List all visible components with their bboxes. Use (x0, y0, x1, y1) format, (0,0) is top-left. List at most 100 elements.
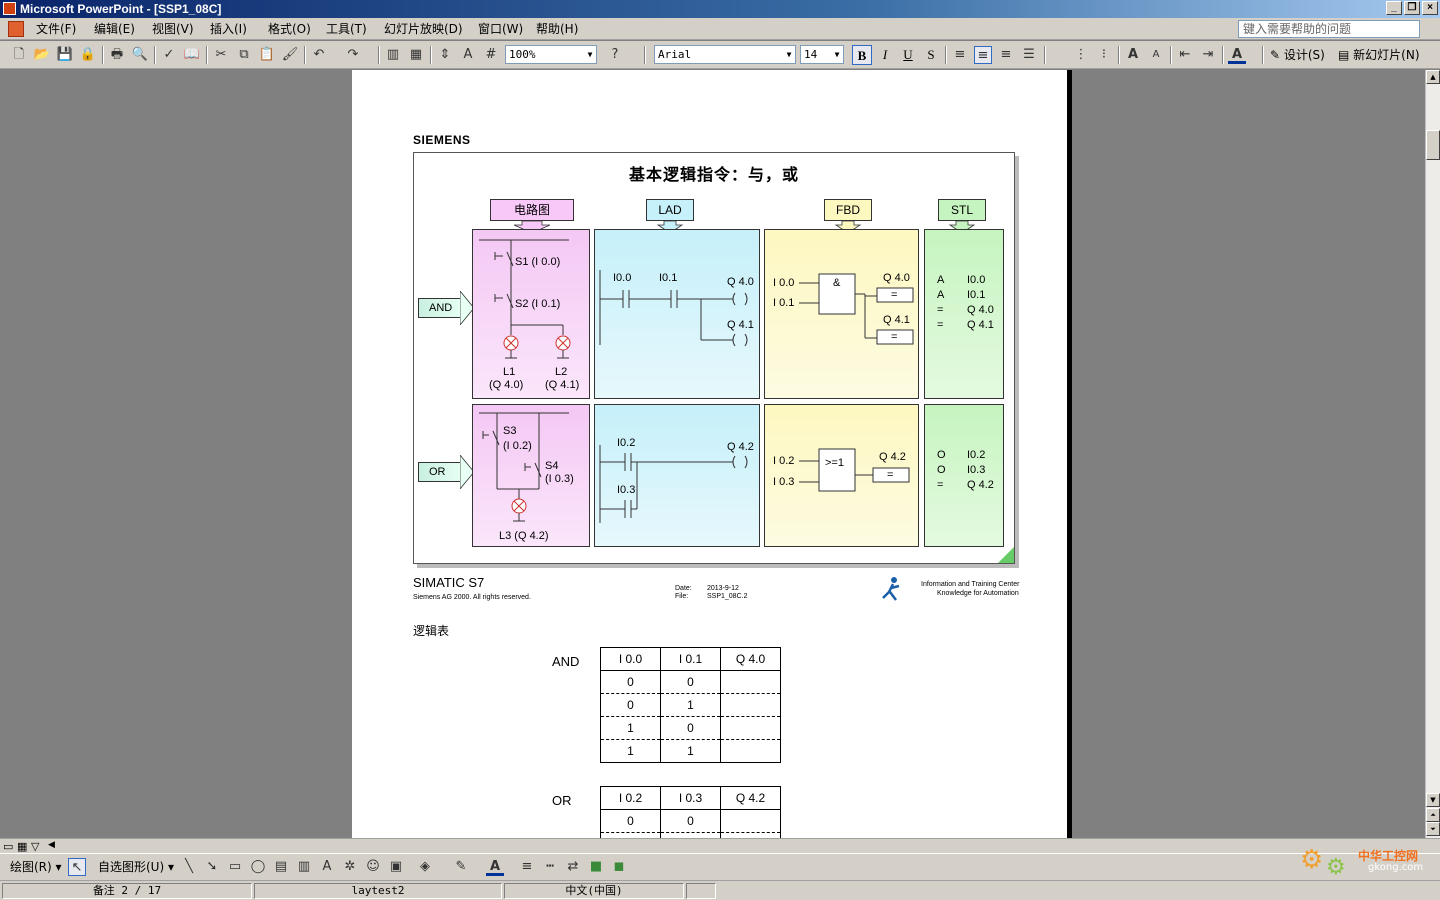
picture-icon[interactable]: ▣ (387, 858, 405, 876)
font-select[interactable]: Arial ▼ (654, 45, 796, 64)
previous-slide-icon[interactable]: ⏶ (1426, 808, 1440, 822)
restore-button[interactable]: ❐ (1404, 1, 1420, 15)
table-cell[interactable] (720, 809, 781, 833)
help-icon[interactable]: ? (606, 46, 624, 64)
print-icon[interactable]: 🖶 (108, 46, 126, 64)
menu-format[interactable]: 格式(O) (264, 21, 315, 37)
italic-button[interactable]: I (875, 45, 895, 65)
document-icon[interactable] (8, 21, 24, 37)
scroll-down-icon[interactable]: ▼ (1426, 793, 1440, 807)
spelling-icon[interactable]: ✓ (160, 46, 178, 64)
menu-view[interactable]: 视图(V) (148, 21, 198, 37)
line-color-icon[interactable]: ✎ (452, 858, 470, 876)
rectangle-icon[interactable]: ▭ (226, 858, 244, 876)
line-style-icon[interactable]: ≡ (518, 858, 536, 876)
menu-edit[interactable]: 编辑(E) (90, 21, 139, 37)
slideshow-view-icon[interactable]: ▽ (31, 840, 39, 853)
bold-button[interactable]: B (852, 45, 872, 65)
design-label: 设计(S) (1283, 48, 1325, 62)
arrow-icon[interactable]: ➘ (203, 858, 221, 876)
menu-help[interactable]: 帮助(H) (532, 21, 582, 37)
scroll-up-icon[interactable]: ▲ (1426, 70, 1440, 84)
insert-table-icon[interactable]: ▦ (407, 46, 425, 64)
design-button[interactable]: ✎ 设计(S) (1270, 47, 1325, 63)
show-formatting-icon[interactable]: A (459, 46, 477, 64)
format-painter-icon[interactable]: 🖌 (281, 46, 299, 64)
open-icon[interactable]: 📂 (33, 46, 51, 64)
clipart-icon[interactable]: ☺ (364, 858, 382, 876)
table-cell[interactable] (720, 670, 781, 694)
align-right-icon[interactable]: ≡ (997, 46, 1015, 64)
menu-file[interactable]: 文件(F) (32, 21, 80, 37)
fbd-i02: I 0.2 (773, 455, 795, 467)
table-header: Q 4.2 (720, 786, 781, 810)
minimize-button[interactable]: _ (1386, 1, 1402, 15)
menu-slideshow[interactable]: 幻灯片放映(D) (380, 21, 467, 37)
menu-window[interactable]: 窗口(W) (474, 21, 527, 37)
increase-font-icon[interactable]: A (1124, 46, 1142, 64)
line-icon[interactable]: ╲ (180, 858, 198, 876)
research-icon[interactable]: 📖 (183, 46, 201, 64)
scroll-thumb[interactable] (1426, 130, 1440, 160)
grid-icon[interactable]: # (482, 46, 500, 64)
permission-icon[interactable]: 🔒 (79, 46, 97, 64)
table-row: 11 (600, 739, 781, 763)
table-cell[interactable] (720, 693, 781, 717)
next-slide-icon[interactable]: ⏷ (1426, 822, 1440, 836)
slide-sorter-icon[interactable]: ▦ (17, 840, 27, 853)
table-cell[interactable] (720, 739, 781, 763)
save-icon[interactable]: 💾 (56, 46, 74, 64)
diagram-icon[interactable]: ✲ (341, 858, 359, 876)
menu-tools[interactable]: 工具(T) (322, 21, 371, 37)
align-left-icon[interactable]: ≡ (951, 46, 969, 64)
s2-label: S2 (I 0.1) (515, 298, 561, 310)
normal-view-icon[interactable]: ▭ (3, 840, 13, 853)
copy-icon[interactable]: ⧉ (235, 46, 253, 64)
shadow-style-icon[interactable]: ■ (587, 858, 605, 876)
dash-style-icon[interactable]: ┅ (541, 858, 559, 876)
redo-icon[interactable]: ↷ (344, 46, 362, 64)
slide-thumbnail[interactable]: 基本逻辑指令：与，或 电路图 LAD FBD STL AND S1 (I 0.0… (413, 152, 1015, 564)
zoom-select[interactable]: 100% ▼ (505, 45, 597, 64)
arrow-style-icon[interactable]: ⇄ (564, 858, 582, 876)
expand-all-icon[interactable]: ⇕ (436, 46, 454, 64)
decrease-indent-icon[interactable]: ⇤ (1176, 46, 1194, 64)
fbd-q41: Q 4.1 (883, 314, 910, 326)
insert-chart-icon[interactable]: ▥ (384, 46, 402, 64)
underline-button[interactable]: U (898, 45, 918, 65)
3d-style-icon[interactable]: ◼ (610, 858, 628, 876)
bullets-icon[interactable]: ⁝ (1095, 46, 1113, 64)
increase-indent-icon[interactable]: ⇥ (1199, 46, 1217, 64)
align-center-icon[interactable]: ≡ (974, 46, 992, 64)
undo-icon[interactable]: ↶ (310, 46, 328, 64)
menu-insert[interactable]: 插入(I) (206, 21, 251, 37)
distribute-icon[interactable]: ☰ (1020, 46, 1038, 64)
font-size-select[interactable]: 14 ▼ (800, 45, 844, 64)
select-pointer-icon[interactable]: ↖ (68, 858, 86, 876)
draw-menu-button[interactable]: 绘图(R) ▾ (10, 859, 62, 875)
textbox-icon[interactable]: ▤ (272, 858, 290, 876)
font-color-icon[interactable]: A (1228, 46, 1246, 64)
close-button[interactable]: × (1422, 1, 1438, 15)
fill-color-icon[interactable]: ◈ (416, 858, 434, 876)
shadow-button[interactable]: S (921, 45, 941, 65)
font-color-icon[interactable]: A (486, 858, 504, 876)
new-icon[interactable]: 🗋 (10, 46, 28, 64)
vertical-textbox-icon[interactable]: ▥ (295, 858, 313, 876)
numbering-icon[interactable]: ⋮ (1072, 46, 1090, 64)
vertical-scrollbar[interactable]: ▲ ▼ ⏶ ⏷ (1425, 70, 1440, 838)
notes-page[interactable]: SIEMENS 基本逻辑指令：与，或 电路图 LAD FBD STL AND S… (352, 70, 1072, 838)
wordart-icon[interactable]: A (318, 858, 336, 876)
scroll-left-icon[interactable]: ◀ (48, 840, 55, 850)
window-title: Microsoft PowerPoint - [SSP1_08C] (20, 2, 222, 16)
paste-icon[interactable]: 📋 (258, 46, 276, 64)
print-preview-icon[interactable]: 🔍 (131, 46, 149, 64)
autoshapes-button[interactable]: 自选图形(U) ▾ (98, 859, 174, 875)
and-row-label: AND (418, 298, 464, 318)
help-search-input[interactable]: 键入需要帮助的问题 (1238, 20, 1420, 38)
cut-icon[interactable]: ✂ (212, 46, 230, 64)
table-cell[interactable] (720, 716, 781, 740)
oval-icon[interactable]: ◯ (249, 858, 267, 876)
decrease-font-icon[interactable]: A (1147, 46, 1165, 64)
new-slide-button[interactable]: ▤ 新幻灯片(N) (1338, 47, 1420, 63)
